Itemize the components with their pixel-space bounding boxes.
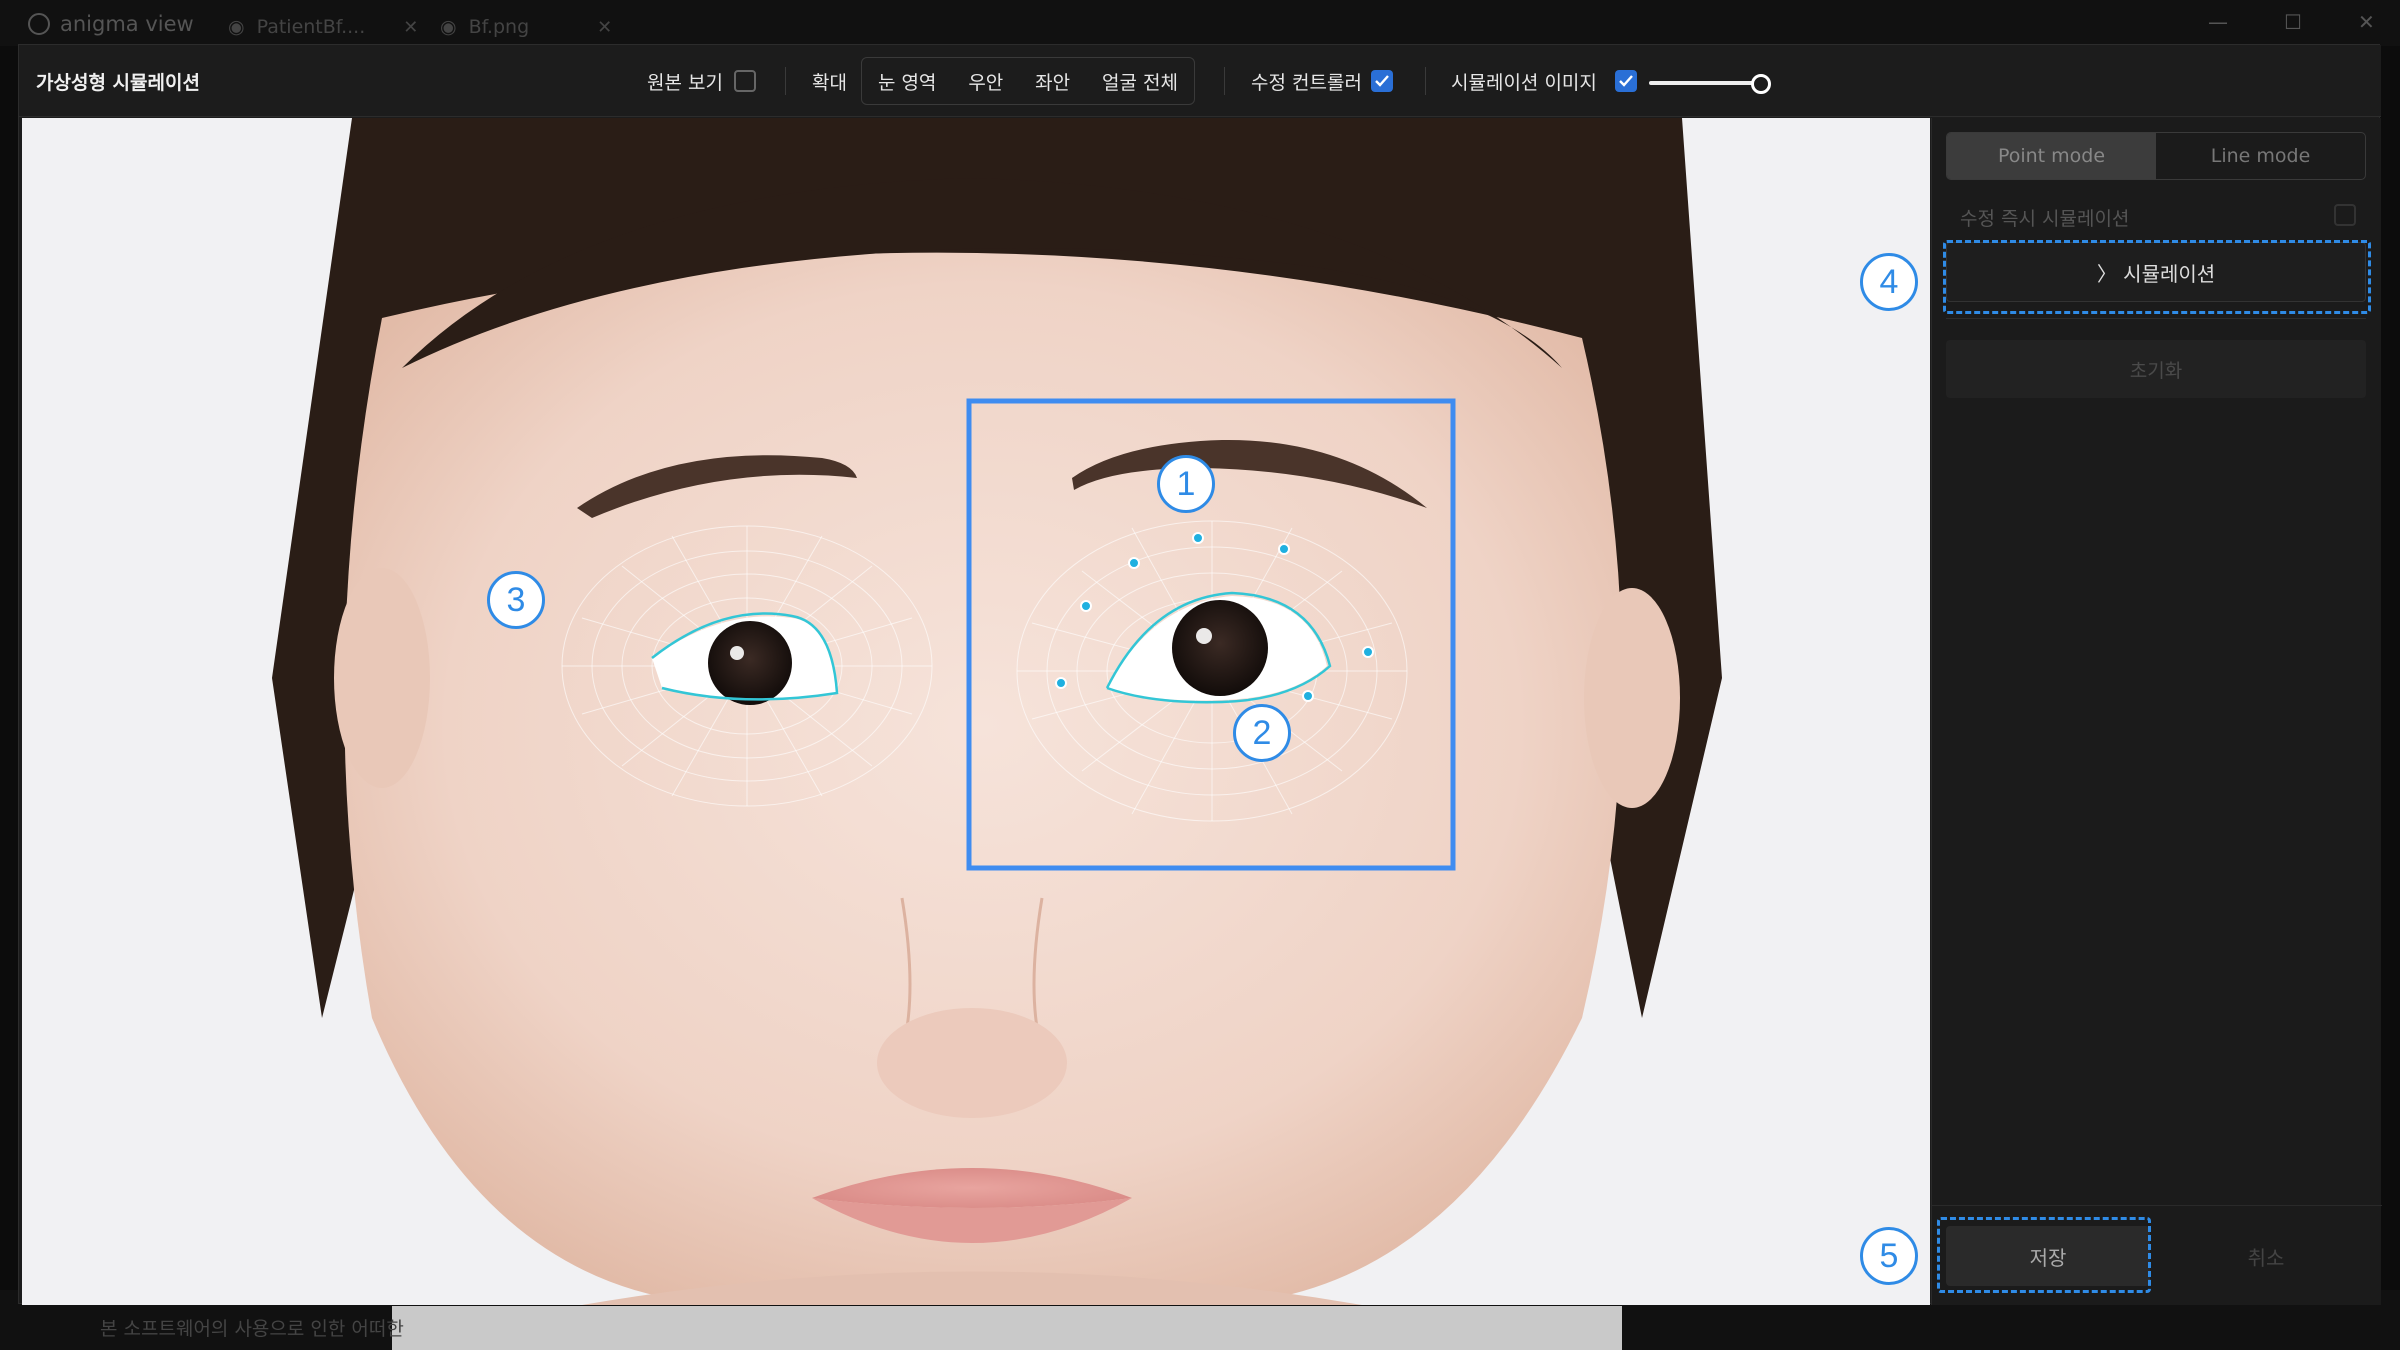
- callout-5: 5: [1860, 1227, 1918, 1285]
- toolbar: 가상성형 시뮬레이션 원본 보기 확대 눈 영역 우안 좌안 얼굴 전체 수정 …: [19, 45, 2381, 117]
- show-original-checkbox[interactable]: [734, 70, 756, 92]
- background-panel: [392, 1306, 1622, 1350]
- slider-handle[interactable]: [1751, 74, 1771, 94]
- zoom-full-face[interactable]: 얼굴 전체: [1102, 68, 1178, 95]
- eye-icon: ◉: [440, 16, 457, 38]
- eye-icon: ◉: [228, 16, 245, 38]
- face-canvas[interactable]: [22, 118, 1930, 1305]
- simulate-highlight: [1943, 240, 2371, 314]
- toolbar-divider: [1224, 67, 1225, 95]
- zoom-options: 눈 영역 우안 좌안 얼굴 전체: [861, 57, 1195, 105]
- callout-3: 3: [487, 571, 545, 629]
- maximize-icon[interactable]: ☐: [2284, 10, 2302, 34]
- dialog-title: 가상성형 시뮬레이션: [36, 72, 200, 94]
- sim-image-checkbox[interactable]: [1615, 70, 1637, 92]
- instant-sim-checkbox[interactable]: [2334, 204, 2356, 226]
- tab-label: Bf.png: [468, 16, 530, 38]
- app-titlebar: anigma view ◉ PatientBf.... ✕ ◉ Bf.png ✕…: [0, 0, 2400, 46]
- point-mode-button[interactable]: Point mode: [1947, 133, 2156, 179]
- check-icon: [1619, 75, 1633, 87]
- show-original-label: 원본 보기: [647, 72, 723, 94]
- reset-button[interactable]: 초기화: [1946, 340, 2366, 398]
- mode-toggle: Point mode Line mode: [1946, 132, 2366, 180]
- zoom-left-eye[interactable]: 좌안: [1035, 68, 1070, 95]
- toolbar-divider: [1425, 67, 1426, 95]
- sim-opacity-slider[interactable]: [1649, 73, 1779, 94]
- callout-2: 2: [1233, 704, 1291, 762]
- zoom-eye-area[interactable]: 눈 영역: [878, 68, 936, 95]
- close-window-icon[interactable]: ✕: [2358, 10, 2375, 34]
- tab-label: PatientBf....: [256, 16, 366, 38]
- toolbar-divider: [785, 67, 786, 95]
- line-mode-button[interactable]: Line mode: [2156, 133, 2365, 179]
- zoom-right-eye[interactable]: 우안: [968, 68, 1003, 95]
- close-tab-icon[interactable]: ✕: [597, 17, 612, 38]
- close-tab-icon[interactable]: ✕: [403, 17, 418, 38]
- panel-divider: [1946, 318, 2366, 319]
- app-logo: anigma view: [28, 12, 194, 36]
- edit-controller-label: 수정 컨트롤러: [1251, 72, 1362, 94]
- instant-sim-label: 수정 즉시 시뮬레이션: [1960, 208, 2130, 230]
- save-highlight: [1937, 1217, 2151, 1293]
- app-name: anigma view: [60, 12, 194, 36]
- sim-image-label: 시뮬레이션 이미지: [1451, 72, 1597, 94]
- cancel-button[interactable]: 취소: [2164, 1226, 2368, 1286]
- check-icon: [1375, 75, 1389, 87]
- disclaimer-text: 본 소프트웨어의 사용으로 인한 어떠한: [100, 1318, 404, 1340]
- callout-4: 4: [1860, 253, 1918, 311]
- anigma-logo-icon: [28, 13, 50, 35]
- minimize-icon[interactable]: —: [2208, 10, 2228, 34]
- callout-1: 1: [1157, 455, 1215, 513]
- slider-track: [1649, 81, 1759, 85]
- zoom-label: 확대: [812, 72, 847, 94]
- virtual-surgery-dialog: 가상성형 시뮬레이션 원본 보기 확대 눈 영역 우안 좌안 얼굴 전체 수정 …: [18, 44, 2382, 1305]
- tab-bf[interactable]: ◉ Bf.png ✕: [440, 16, 612, 38]
- tab-patient[interactable]: ◉ PatientBf.... ✕: [228, 16, 418, 38]
- edit-controller-checkbox[interactable]: [1371, 70, 1393, 92]
- face-image: [272, 118, 1722, 1305]
